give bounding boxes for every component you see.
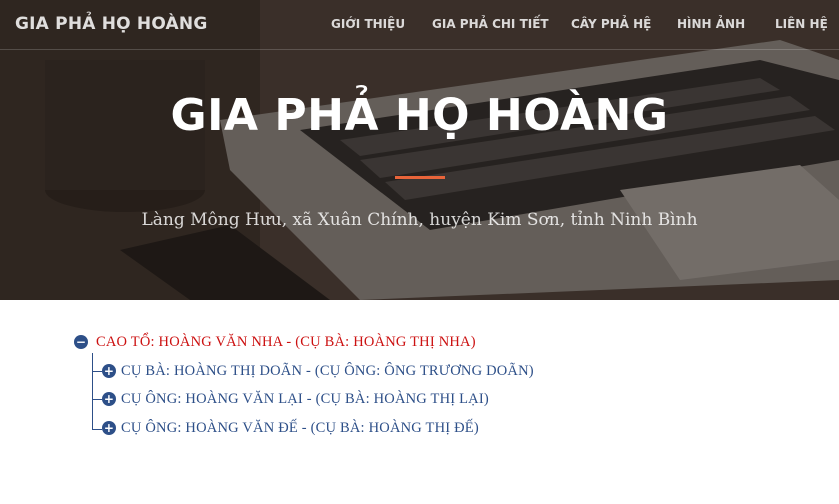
tree-connector-horizontal xyxy=(92,399,102,400)
nav-item-lien-he[interactable]: LIÊN HỆ xyxy=(775,17,828,31)
plus-circle-icon[interactable]: + xyxy=(102,421,116,435)
tree-node-label[interactable]: CAO TỔ: HOÀNG VĂN NHA - (CỤ BÀ: HOÀNG TH… xyxy=(96,334,476,351)
hero-title: GIA PHẢ HỌ HOÀNG xyxy=(170,90,669,141)
hero-divider xyxy=(395,176,445,179)
brand-logo[interactable]: GIA PHẢ HỌ HOÀNG xyxy=(15,14,207,34)
nav-item-hinh-anh[interactable]: HÌNH ẢNH xyxy=(677,17,745,31)
hero-subtitle: Làng Mông Hưu, xã Xuân Chính, huyện Kim … xyxy=(141,210,698,230)
minus-circle-icon[interactable]: − xyxy=(74,335,88,349)
tree-node-label[interactable]: CỤ ÔNG: HOÀNG VĂN LẠI - (CỤ BÀ: HOÀNG TH… xyxy=(121,391,489,408)
tree-node-label[interactable]: CỤ BÀ: HOÀNG THỊ DOÃN - (CỤ ÔNG: ÔNG TRƯ… xyxy=(121,363,534,380)
nav-item-gioi-thieu[interactable]: GIỚI THIỆU xyxy=(331,17,405,31)
nav-item-cay-pha-he[interactable]: CÂY PHẢ HỆ xyxy=(571,17,651,31)
navbar: GIA PHẢ HỌ HOÀNG GIỚI THIỆU GIA PHẢ CHI … xyxy=(0,0,839,50)
hero-section: GIA PHẢ HỌ HOÀNG GIỚI THIỆU GIA PHẢ CHI … xyxy=(0,0,839,300)
tree-connector-horizontal xyxy=(92,371,102,372)
plus-circle-icon[interactable]: + xyxy=(102,364,116,378)
tree-connector-vertical xyxy=(92,353,93,430)
tree-node-label[interactable]: CỤ ÔNG: HOÀNG VĂN ĐẾ - (CỤ BÀ: HOÀNG THỊ… xyxy=(121,420,479,437)
plus-circle-icon[interactable]: + xyxy=(102,392,116,406)
nav-item-gia-pha-chi-tiet[interactable]: GIA PHẢ CHI TIẾT xyxy=(432,17,549,31)
tree-connector-horizontal xyxy=(92,429,102,430)
